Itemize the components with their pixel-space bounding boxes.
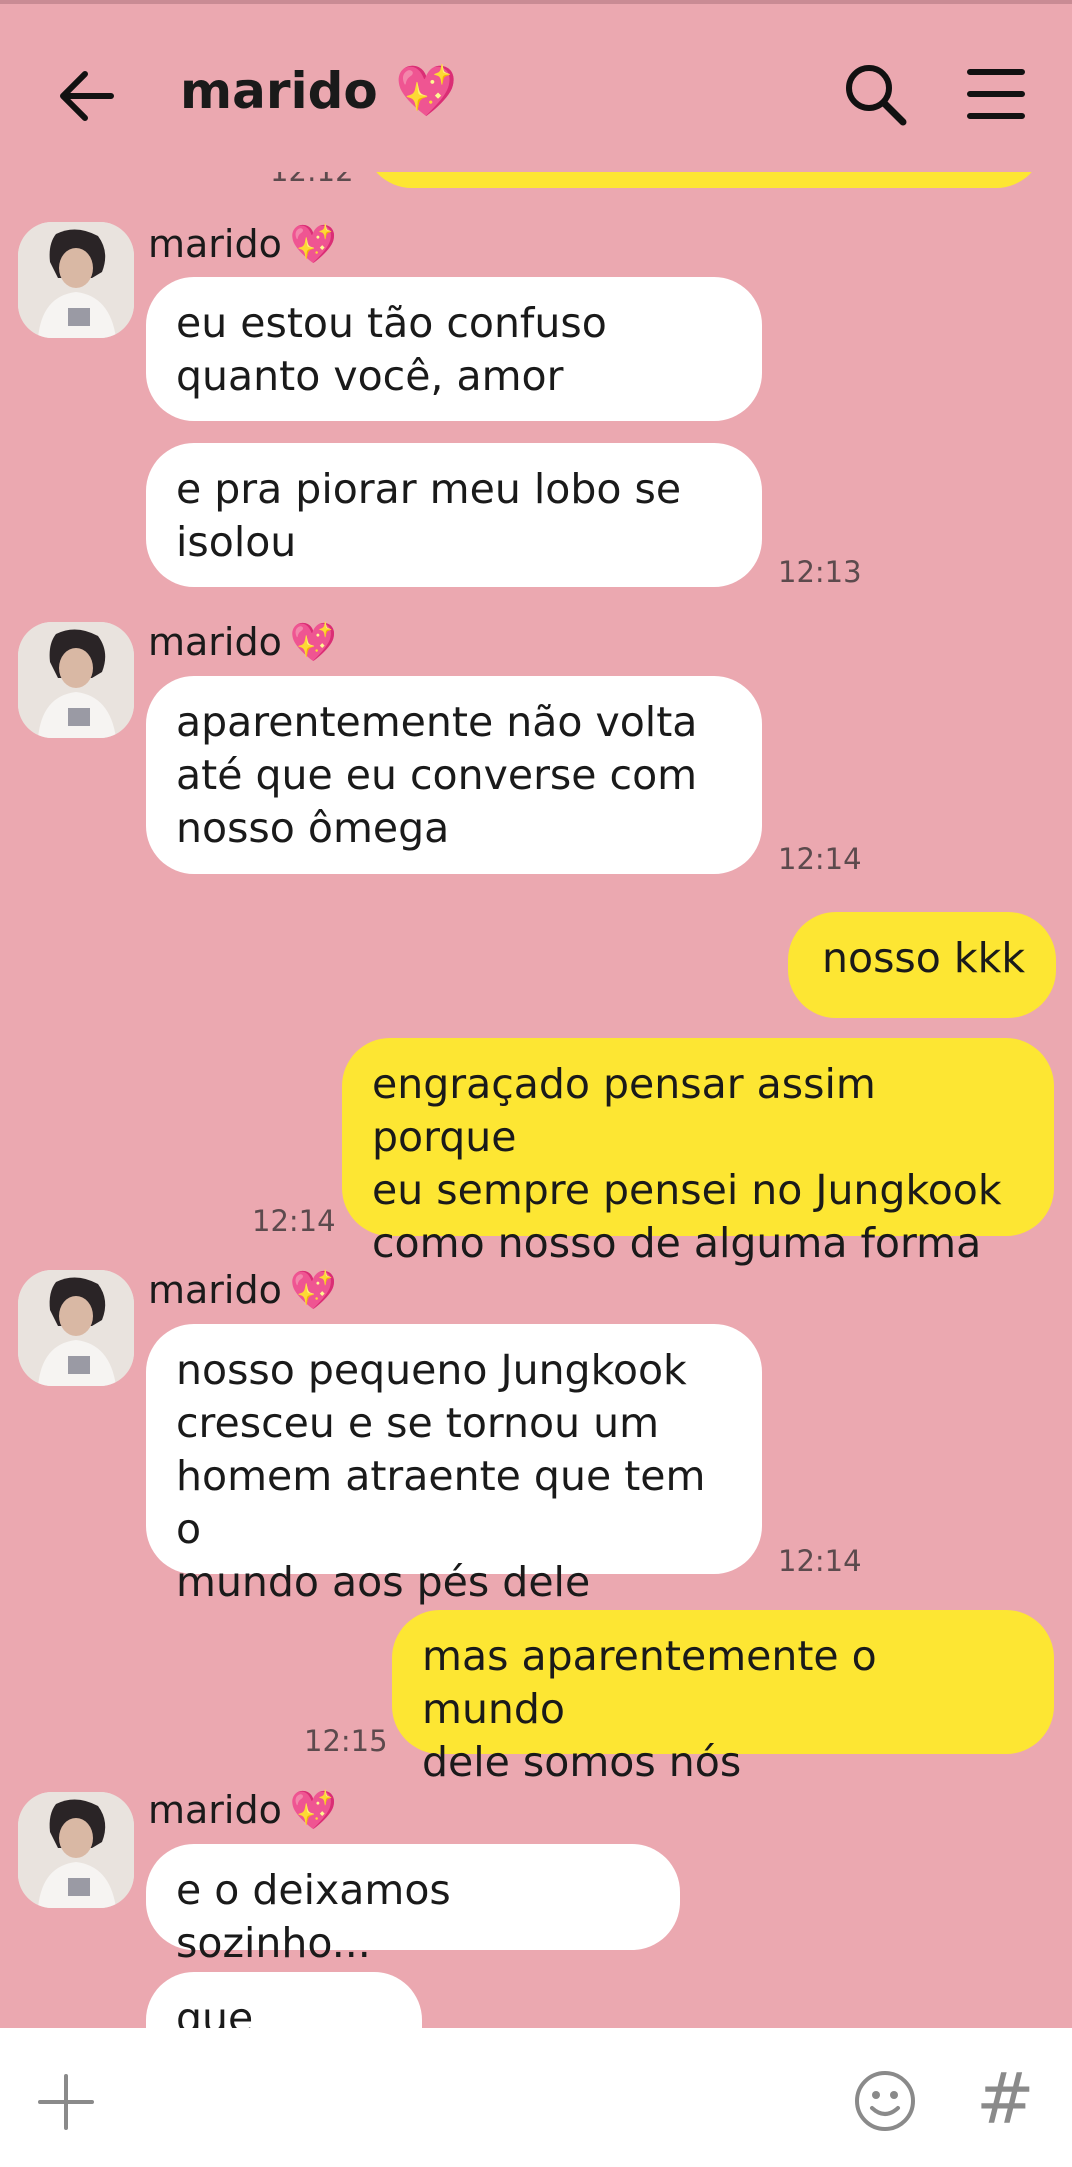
sender-name: marido 💖 [148, 620, 338, 664]
chat-header: marido 💖 [0, 4, 1072, 172]
message-bubble-outgoing[interactable]: nosso kkk [788, 912, 1056, 1018]
add-attachment-button[interactable] [36, 2072, 96, 2132]
message-bubble-incoming[interactable]: aparentemente não volta até que eu conver… [146, 676, 762, 874]
timestamp: 12:14 [778, 1544, 862, 1578]
back-button[interactable] [55, 64, 119, 128]
chat-title: marido 💖 [180, 62, 458, 120]
avatar[interactable] [18, 222, 134, 338]
timestamp: 12:13 [778, 555, 862, 589]
timestamp: 12:14 [778, 842, 862, 876]
arrow-left-icon [60, 71, 114, 121]
plus-icon [38, 2074, 94, 2130]
input-bar: # [0, 2028, 1072, 2167]
message-bubble-incoming[interactable]: nosso pequeno Jungkook cresceu e se torno… [146, 1324, 762, 1606]
avatar[interactable] [18, 1792, 134, 1908]
chat-area[interactable]: 12:12 marido💖 eu estou tão confusoquanto… [0, 0, 1072, 2028]
avatar[interactable] [18, 1270, 134, 1386]
emoji-icon [855, 2071, 915, 2131]
sender-name: marido 💖 [148, 222, 338, 266]
message-bubble-outgoing[interactable]: mas aparentemente o mundo dele somos nós [392, 1610, 1054, 1786]
message-bubble-incoming[interactable]: e pra piorar meu lobo se isolou [146, 443, 762, 587]
message-bubble-incoming[interactable]: eu estou tão confuso quanto você, amor [146, 277, 762, 421]
hashtag-button[interactable]: # [976, 2058, 1035, 2140]
message-bubble-incoming[interactable]: que merda [146, 1972, 422, 2028]
timestamp: 12:14 [252, 1204, 336, 1238]
avatar[interactable] [18, 622, 134, 738]
timestamp: 12:15 [304, 1724, 388, 1758]
hamburger-menu-icon [967, 69, 1025, 119]
emoji-button[interactable] [852, 2068, 918, 2134]
menu-button[interactable] [966, 66, 1026, 122]
search-icon [846, 65, 907, 126]
message-bubble-incoming[interactable]: e o deixamos sozinho... [146, 1844, 680, 1967]
search-button[interactable] [843, 62, 909, 128]
sender-name: marido 💖 [148, 1268, 338, 1312]
message-bubble-outgoing[interactable]: engraçado pensar assim porque eu sempre p… [342, 1038, 1054, 1267]
sender-name: marido 💖 [148, 1788, 338, 1832]
